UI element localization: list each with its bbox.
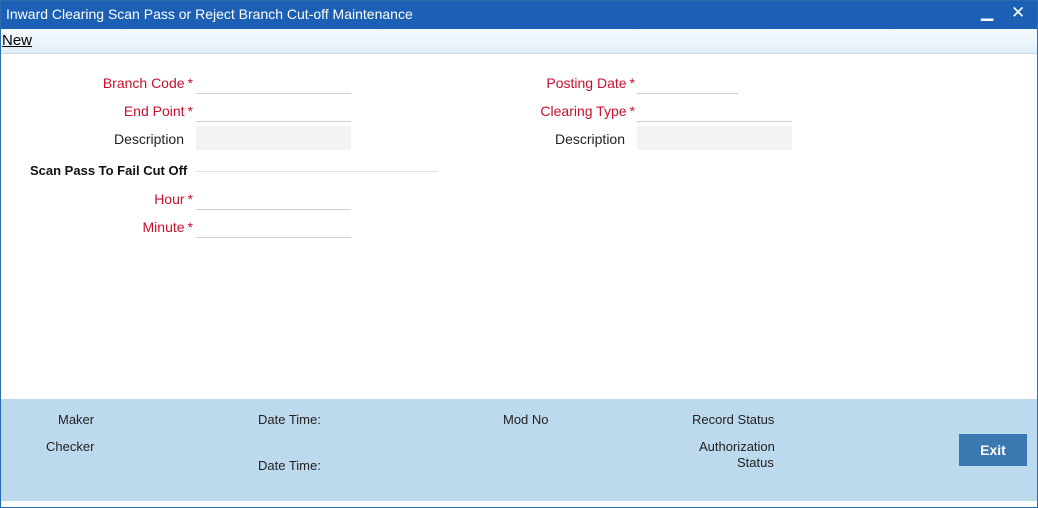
minute-input[interactable]: [196, 214, 351, 238]
maker-date-time-label: Date Time:: [258, 412, 321, 427]
end-point-input[interactable]: [196, 98, 351, 122]
description-right-field: [637, 126, 792, 150]
hour-label: Hour *: [154, 191, 193, 207]
minimize-icon[interactable]: ▁: [981, 1, 993, 27]
checker-label: Checker: [46, 439, 95, 454]
required-marker: *: [629, 103, 635, 119]
record-status-label: Record Status: [692, 412, 775, 427]
maintenance-window: Inward Clearing Scan Pass or Reject Bran…: [0, 0, 1038, 508]
posting-date-input[interactable]: [637, 70, 738, 94]
posting-date-label: Posting Date *: [546, 75, 635, 91]
hour-input[interactable]: [196, 186, 351, 210]
audit-footer: Maker Checker Date Time: Date Time: Mod …: [1, 399, 1037, 501]
mod-no-label: Mod No: [503, 412, 549, 427]
required-marker: *: [187, 219, 193, 235]
maker-label: Maker: [58, 412, 95, 427]
minute-label: Minute *: [142, 219, 193, 235]
close-icon[interactable]: ✕: [1011, 1, 1025, 27]
toolbar: New: [1, 29, 1037, 54]
required-marker: *: [187, 103, 193, 119]
clearing-type-label: Clearing Type *: [540, 103, 635, 119]
description-left-label: Description: [113, 131, 184, 147]
authorization-label: Authorization: [699, 439, 775, 454]
required-marker: *: [187, 75, 193, 91]
required-marker: *: [187, 191, 193, 207]
clearing-type-input[interactable]: [637, 98, 792, 122]
branch-code-input[interactable]: [196, 70, 351, 94]
window-title: Inward Clearing Scan Pass or Reject Bran…: [6, 6, 413, 22]
new-link[interactable]: New: [2, 32, 32, 49]
branch-code-label: Branch Code *: [102, 75, 193, 91]
checker-date-time-label: Date Time:: [258, 458, 321, 473]
exit-button[interactable]: Exit: [959, 434, 1027, 466]
description-left-field: [196, 126, 351, 150]
authorization-status-label: Status: [737, 455, 774, 470]
description-right-label: Description: [554, 131, 625, 147]
section-title: Scan Pass To Fail Cut Off: [30, 163, 188, 178]
window-titlebar: Inward Clearing Scan Pass or Reject Bran…: [1, 1, 1037, 29]
required-marker: *: [629, 75, 635, 91]
end-point-label: End Point *: [123, 103, 193, 119]
